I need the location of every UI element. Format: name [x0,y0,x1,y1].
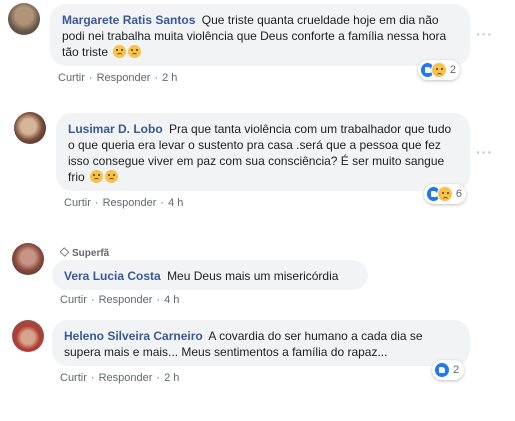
comment-bubble: Lusimar D. Lobo Pra que tanta violência … [56,113,470,191]
more-options-icon[interactable]: ··· [476,144,493,160]
reaction-count: 6 [455,188,462,200]
comment-author[interactable]: Lusimar D. Lobo [68,122,163,136]
reply-link[interactable]: Responder [103,197,157,209]
like-link[interactable]: Curtir [60,372,87,384]
comment-bubble: Vera Lucia Costa Meu Deus mais um miseri… [52,260,368,290]
comment-bubble: Margarete Ratis Santos Que triste quanta… [50,4,470,66]
comment-author[interactable]: Vera Lucia Costa [64,269,161,283]
comment-bubble: Heleno Silveira Carneiro A covardia do s… [52,320,470,366]
comment-author[interactable]: Heleno Silveira Carneiro [64,329,203,343]
avatar[interactable] [12,243,44,275]
reaction-count: 2 [449,64,456,76]
avatar[interactable] [8,3,40,35]
sad-face-icon [90,170,104,183]
comment-text: Meu Deus mais um misericórdia [167,269,339,283]
sad-face-icon [105,170,119,183]
timestamp[interactable]: 4 h [168,197,183,209]
reply-link[interactable]: Responder [99,372,153,384]
like-link[interactable]: Curtir [64,197,91,209]
comment-actions: Curtir · Responder · 2 h [60,372,180,384]
timestamp[interactable]: 2 h [162,72,177,84]
timestamp[interactable]: 4 h [164,294,179,306]
like-reaction-icon [434,362,450,378]
sad-reaction-icon [437,186,453,202]
diamond-icon [59,247,70,257]
sad-reaction-icon [431,62,447,78]
comment-author[interactable]: Margarete Ratis Santos [62,13,195,27]
superfan-badge: Superfã [59,247,110,259]
reaction-count: 2 [453,364,460,376]
reaction-summary[interactable]: 2 [432,360,464,380]
reply-link[interactable]: Responder [97,72,151,84]
sad-face-icon [128,45,142,58]
more-options-icon[interactable]: ··· [476,26,493,42]
comment-actions: Curtir · Responder · 4 h [64,197,184,209]
avatar[interactable] [14,112,46,144]
reaction-summary[interactable]: 2 [418,60,460,80]
comment-actions: Curtir · Responder · 2 h [58,72,178,84]
badge-label: Superfã [72,248,110,259]
reply-link[interactable]: Responder [99,294,153,306]
like-link[interactable]: Curtir [60,294,87,306]
sad-face-icon [113,45,127,58]
reaction-summary[interactable]: 6 [424,184,466,204]
timestamp[interactable]: 2 h [164,372,179,384]
comment-actions: Curtir · Responder · 4 h [60,294,180,306]
avatar[interactable] [12,320,44,352]
like-link[interactable]: Curtir [58,72,85,84]
